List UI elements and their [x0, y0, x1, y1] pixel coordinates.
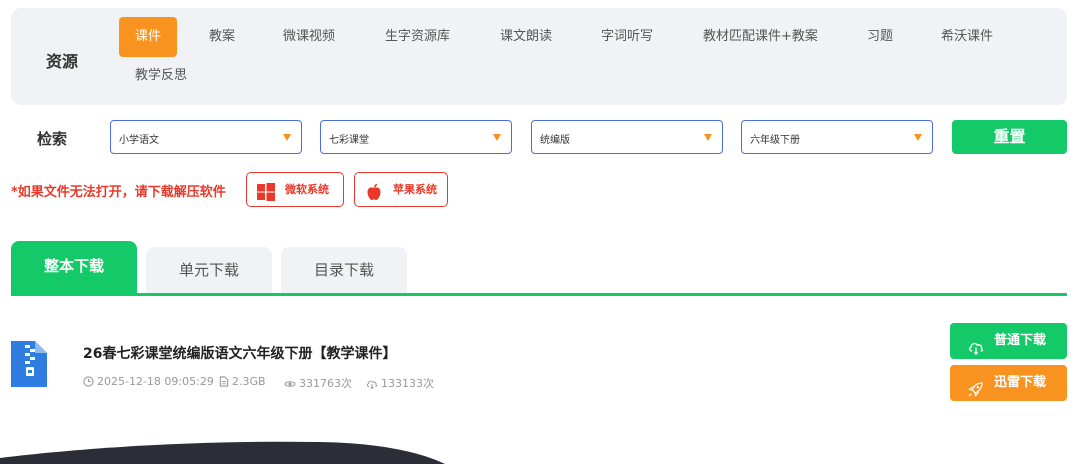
chevron-down-icon — [493, 134, 501, 141]
normal-download-label: 普通下载 — [994, 333, 1047, 348]
tab-whole-book[interactable]: 整本下载 — [11, 241, 137, 293]
edition-select-value: 统编版 — [540, 135, 570, 146]
clock-icon — [83, 376, 94, 387]
resource-item-dictation[interactable]: 字词听写 — [601, 29, 653, 45]
chevron-down-icon — [914, 134, 922, 141]
resource-item-courseware[interactable]: 课件 — [119, 17, 177, 57]
apple-unzip-button[interactable]: 苹果系统 — [354, 172, 448, 207]
resource-item-text-reading[interactable]: 课文朗读 — [500, 29, 552, 45]
grade-select[interactable]: 六年级下册 — [741, 120, 933, 154]
file-views: 331763次 — [284, 375, 352, 391]
resource-item-seewo-courseware[interactable]: 希沃课件 — [941, 29, 993, 45]
file-size: 2.3GB — [219, 375, 266, 388]
normal-download-button[interactable]: 普通下载 — [950, 323, 1067, 359]
file-title[interactable]: 26春七彩课堂统编版语文六年级下册【教学课件】 — [83, 343, 396, 363]
zip-file-icon — [11, 341, 47, 391]
chevron-down-icon — [283, 134, 291, 141]
file-size-value: 2.3GB — [232, 375, 266, 388]
resource-panel: 资源 课件 教案 微课视频 生字资源库 课文朗读 字词听写 教材匹配课件+教案 … — [11, 8, 1067, 105]
resource-item-exercises[interactable]: 习题 — [867, 29, 893, 45]
windows-unzip-button[interactable]: 微软系统 — [246, 172, 344, 207]
file-size-icon — [219, 376, 229, 387]
resource-label: 资源 — [46, 52, 79, 71]
file-date-value: 2025-12-18 09:05:29 — [97, 375, 214, 388]
edition-select[interactable]: 统编版 — [531, 120, 723, 154]
file-downloads-value: 133133次 — [381, 377, 434, 390]
search-label: 检索 — [37, 130, 68, 148]
tab-underline — [11, 293, 1067, 296]
resource-item-character-library[interactable]: 生字资源库 — [385, 29, 450, 45]
reset-button[interactable]: 重置 — [952, 120, 1067, 154]
series-select-value: 七彩课堂 — [329, 135, 369, 146]
resource-item-micro-video[interactable]: 微课视频 — [283, 29, 335, 45]
apple-icon — [365, 181, 383, 214]
subject-select[interactable]: 小学语文 — [110, 120, 302, 154]
rocket-icon — [968, 376, 983, 412]
xunlei-download-label: 迅雷下载 — [994, 375, 1047, 390]
unzip-notice: *如果文件无法打开，请下载解压软件 — [11, 185, 226, 200]
eye-icon — [284, 381, 296, 387]
xunlei-download-button[interactable]: 迅雷下载 — [950, 365, 1067, 401]
subject-select-value: 小学语文 — [119, 135, 159, 146]
file-downloads: 133133次 — [366, 375, 434, 391]
grade-select-value: 六年级下册 — [750, 135, 800, 146]
page: 资源 课件 教案 微课视频 生字资源库 课文朗读 字词听写 教材匹配课件+教案 … — [0, 0, 1080, 464]
resource-item-lesson-plan[interactable]: 教案 — [209, 29, 235, 45]
windows-unzip-label: 微软系统 — [285, 183, 329, 196]
file-date: 2025-12-18 09:05:29 — [83, 375, 214, 388]
resource-item-matched-courseware[interactable]: 教材匹配课件+教案 — [703, 29, 818, 45]
tab-catalog[interactable]: 目录下载 — [281, 247, 407, 293]
windows-icon — [257, 181, 275, 214]
resource-item-reflection[interactable]: 教学反思 — [135, 68, 187, 84]
chevron-down-icon — [704, 134, 712, 141]
file-views-value: 331763次 — [299, 377, 352, 390]
series-select[interactable]: 七彩课堂 — [320, 120, 512, 154]
cloud-download-icon — [366, 380, 378, 389]
decorative-bottom-wave — [0, 441, 445, 464]
tab-unit[interactable]: 单元下载 — [146, 247, 272, 293]
apple-unzip-label: 苹果系统 — [393, 183, 437, 196]
